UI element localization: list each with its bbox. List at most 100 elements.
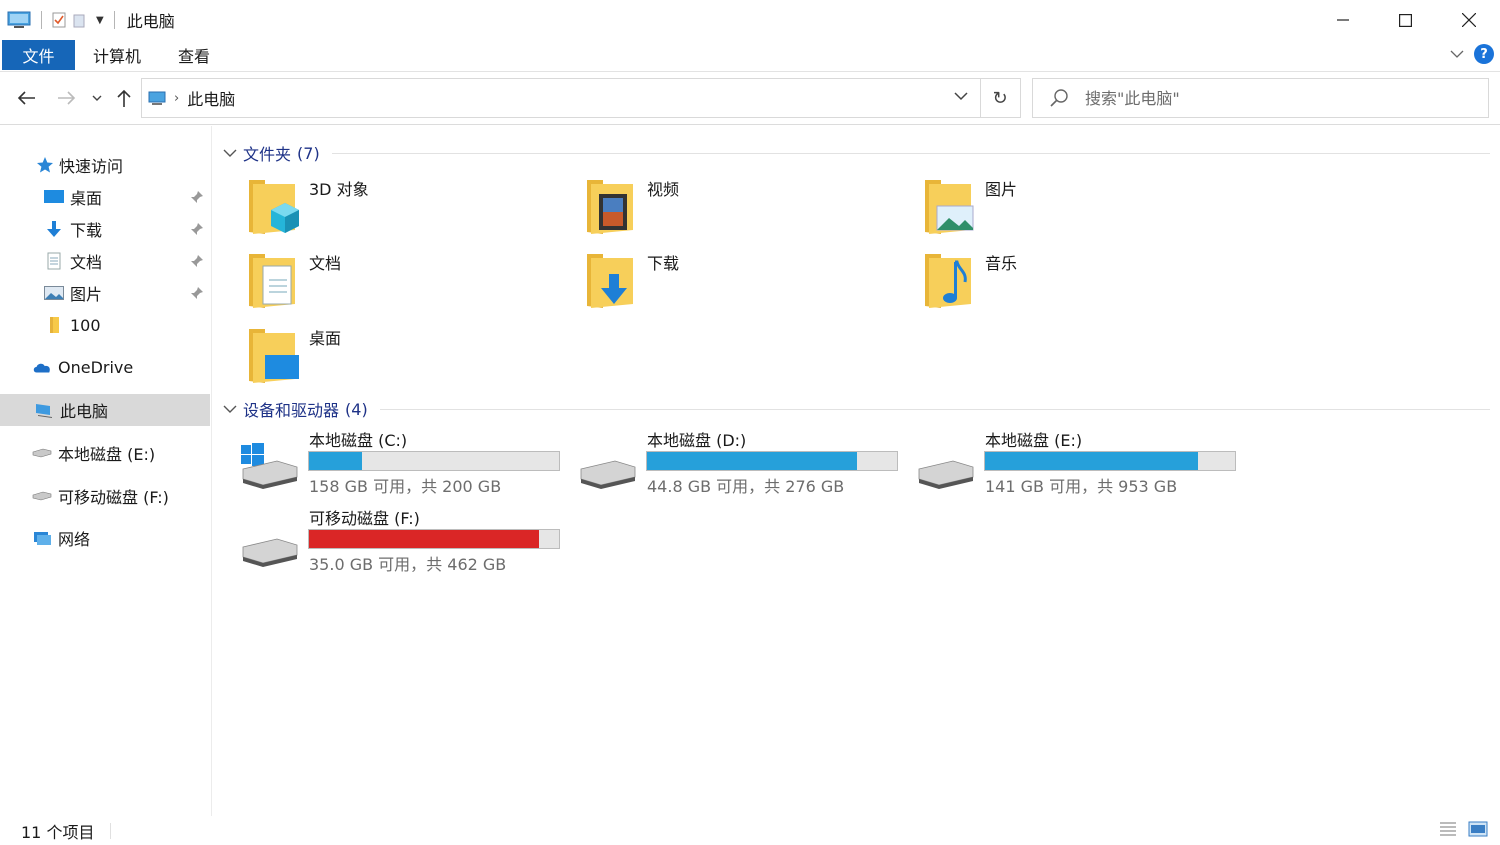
search-input[interactable] [1085, 88, 1465, 108]
folder-tile-videos[interactable]: 视频 [551, 174, 881, 240]
properties-icon[interactable] [52, 12, 66, 28]
this-pc-icon[interactable] [7, 11, 31, 29]
star-icon [35, 155, 55, 175]
folder-tile-3d-objects[interactable]: 3D 对象 [213, 174, 543, 240]
folder-tile-desktop[interactable]: 桌面 [213, 323, 543, 389]
forward-arrow-icon [58, 91, 76, 105]
address-history-chevron-icon[interactable] [954, 91, 968, 101]
sidebar-item-label: 文档 [70, 253, 103, 272]
picture-icon [44, 283, 64, 303]
forward-button[interactable] [56, 87, 78, 109]
sidebar-item-100[interactable]: 100 [0, 309, 210, 341]
drive-tile-f[interactable]: 可移动磁盘 (F:) 35.0 GB 可用，共 462 GB [213, 505, 560, 577]
drive-space-info: 35.0 GB 可用，共 462 GB [309, 555, 507, 574]
ribbon: 文件 计算机 查看 ? [0, 40, 1500, 72]
drive-usage-fill [309, 452, 362, 470]
sidebar-item-label: 下载 [70, 221, 103, 240]
folder-icon [44, 315, 64, 335]
close-button[interactable] [1437, 0, 1500, 40]
drive-tile-d[interactable]: 本地磁盘 (D:) 44.8 GB 可用，共 276 GB [551, 427, 898, 499]
search-box[interactable] [1032, 78, 1489, 118]
network-icon [32, 528, 52, 548]
drive-tile-e[interactable]: 本地磁盘 (E:) 141 GB 可用，共 953 GB [889, 427, 1236, 499]
pin-icon[interactable] [190, 190, 204, 204]
sidebar-item-label: 网络 [58, 530, 91, 549]
window-title: 此电脑 [126, 12, 175, 31]
address-row: › 此电脑 ↻ [0, 73, 1500, 125]
documents-folder-icon [249, 254, 295, 308]
sidebar-item-drive-f[interactable]: 可移动磁盘 (F:) [0, 480, 210, 512]
details-view-button[interactable] [1438, 820, 1458, 838]
item-count: 11 个项目 [21, 822, 95, 842]
tab-file[interactable]: 文件 [2, 40, 75, 70]
tab-computer[interactable]: 计算机 [84, 40, 150, 70]
3d-objects-folder-icon [249, 180, 299, 234]
new-folder-icon[interactable] [72, 12, 86, 28]
this-pc-icon [34, 400, 54, 420]
sidebar-item-quick-access[interactable]: 快速访问 [0, 149, 210, 181]
search-icon [1050, 89, 1068, 107]
group-header-folders[interactable]: 文件夹 (7) [223, 141, 1490, 165]
sidebar-item-documents[interactable]: 文档 [0, 245, 210, 277]
sidebar-item-desktop[interactable]: 桌面 [0, 181, 210, 213]
title-bar: ▼ 此电脑 [0, 0, 1500, 40]
windows-drive-icon [241, 443, 298, 489]
status-separator [110, 822, 112, 839]
expand-ribbon-chevron-icon[interactable] [1450, 49, 1464, 59]
navigation-pane: 快速访问 桌面 下载 文档 图片 100 OneDrive 此电脑 本地磁盘 (… [0, 126, 212, 816]
folder-name: 3D 对象 [309, 180, 369, 199]
drive-icon [918, 460, 974, 489]
breadcrumb-this-pc[interactable]: 此电脑 [187, 86, 235, 110]
back-button[interactable] [15, 87, 37, 109]
folder-name: 图片 [985, 180, 1018, 199]
drive-name: 本地磁盘 (D:) [647, 431, 747, 450]
downloads-folder-icon [587, 254, 633, 308]
quick-access-toolbar: ▼ [7, 11, 119, 29]
sidebar-item-downloads[interactable]: 下载 [0, 213, 210, 245]
desktop-folder-icon [249, 329, 299, 383]
sidebar-item-label: 本地磁盘 (E:) [58, 445, 156, 464]
drive-tile-c[interactable]: 本地磁盘 (C:) 158 GB 可用，共 200 GB [213, 427, 560, 499]
up-button[interactable] [113, 87, 135, 109]
refresh-button[interactable]: ↻ [980, 78, 1021, 118]
breadcrumb-chevron-icon[interactable]: › [174, 91, 179, 106]
customize-toolbar-chevron-icon[interactable]: ▼ [96, 15, 104, 26]
group-count: (7) [297, 143, 320, 163]
content-pane: 文件夹 (7) 3D 对象 视频 图片 文档 下载 音乐 桌面 设备和驱动器 (… [213, 126, 1500, 816]
folder-name: 桌面 [309, 329, 342, 348]
pin-icon[interactable] [190, 254, 204, 268]
group-title: 文件夹 [243, 145, 292, 164]
folder-tile-documents[interactable]: 文档 [213, 248, 543, 314]
address-bar[interactable]: › 此电脑 [141, 78, 981, 118]
document-icon [44, 251, 64, 271]
chevron-down-icon [92, 95, 102, 101]
folder-tile-music[interactable]: 音乐 [889, 248, 1219, 314]
drive-icon [580, 460, 636, 489]
group-header-devices[interactable]: 设备和驱动器 (4) [223, 397, 1490, 421]
group-count: (4) [345, 399, 368, 419]
sidebar-item-label: 可移动磁盘 (F:) [58, 488, 169, 507]
folder-tile-downloads[interactable]: 下载 [551, 248, 881, 314]
pin-icon[interactable] [190, 286, 204, 300]
drive-usage-bar [646, 451, 898, 471]
drive-usage-fill [309, 530, 539, 548]
sidebar-item-this-pc[interactable]: 此电脑 [0, 394, 210, 426]
sidebar-item-onedrive[interactable]: OneDrive [0, 351, 210, 383]
maximize-button[interactable] [1374, 0, 1437, 40]
up-arrow-icon [117, 89, 131, 107]
folder-tile-pictures[interactable]: 图片 [889, 174, 1219, 240]
group-divider [331, 152, 1490, 154]
sidebar-item-drive-e[interactable]: 本地磁盘 (E:) [0, 437, 210, 469]
chevron-down-icon [223, 405, 237, 413]
large-icons-view-button[interactable] [1468, 820, 1488, 838]
tab-view[interactable]: 查看 [166, 40, 222, 70]
minimize-button[interactable] [1311, 0, 1374, 40]
close-icon [1461, 13, 1476, 27]
sidebar-item-pictures[interactable]: 图片 [0, 277, 210, 309]
sidebar-item-network[interactable]: 网络 [0, 522, 210, 554]
pin-icon[interactable] [190, 222, 204, 236]
drive-name: 本地磁盘 (C:) [309, 431, 408, 450]
recent-locations-button[interactable] [86, 87, 108, 109]
removable-drive-icon [242, 538, 298, 567]
help-icon[interactable]: ? [1474, 44, 1494, 64]
